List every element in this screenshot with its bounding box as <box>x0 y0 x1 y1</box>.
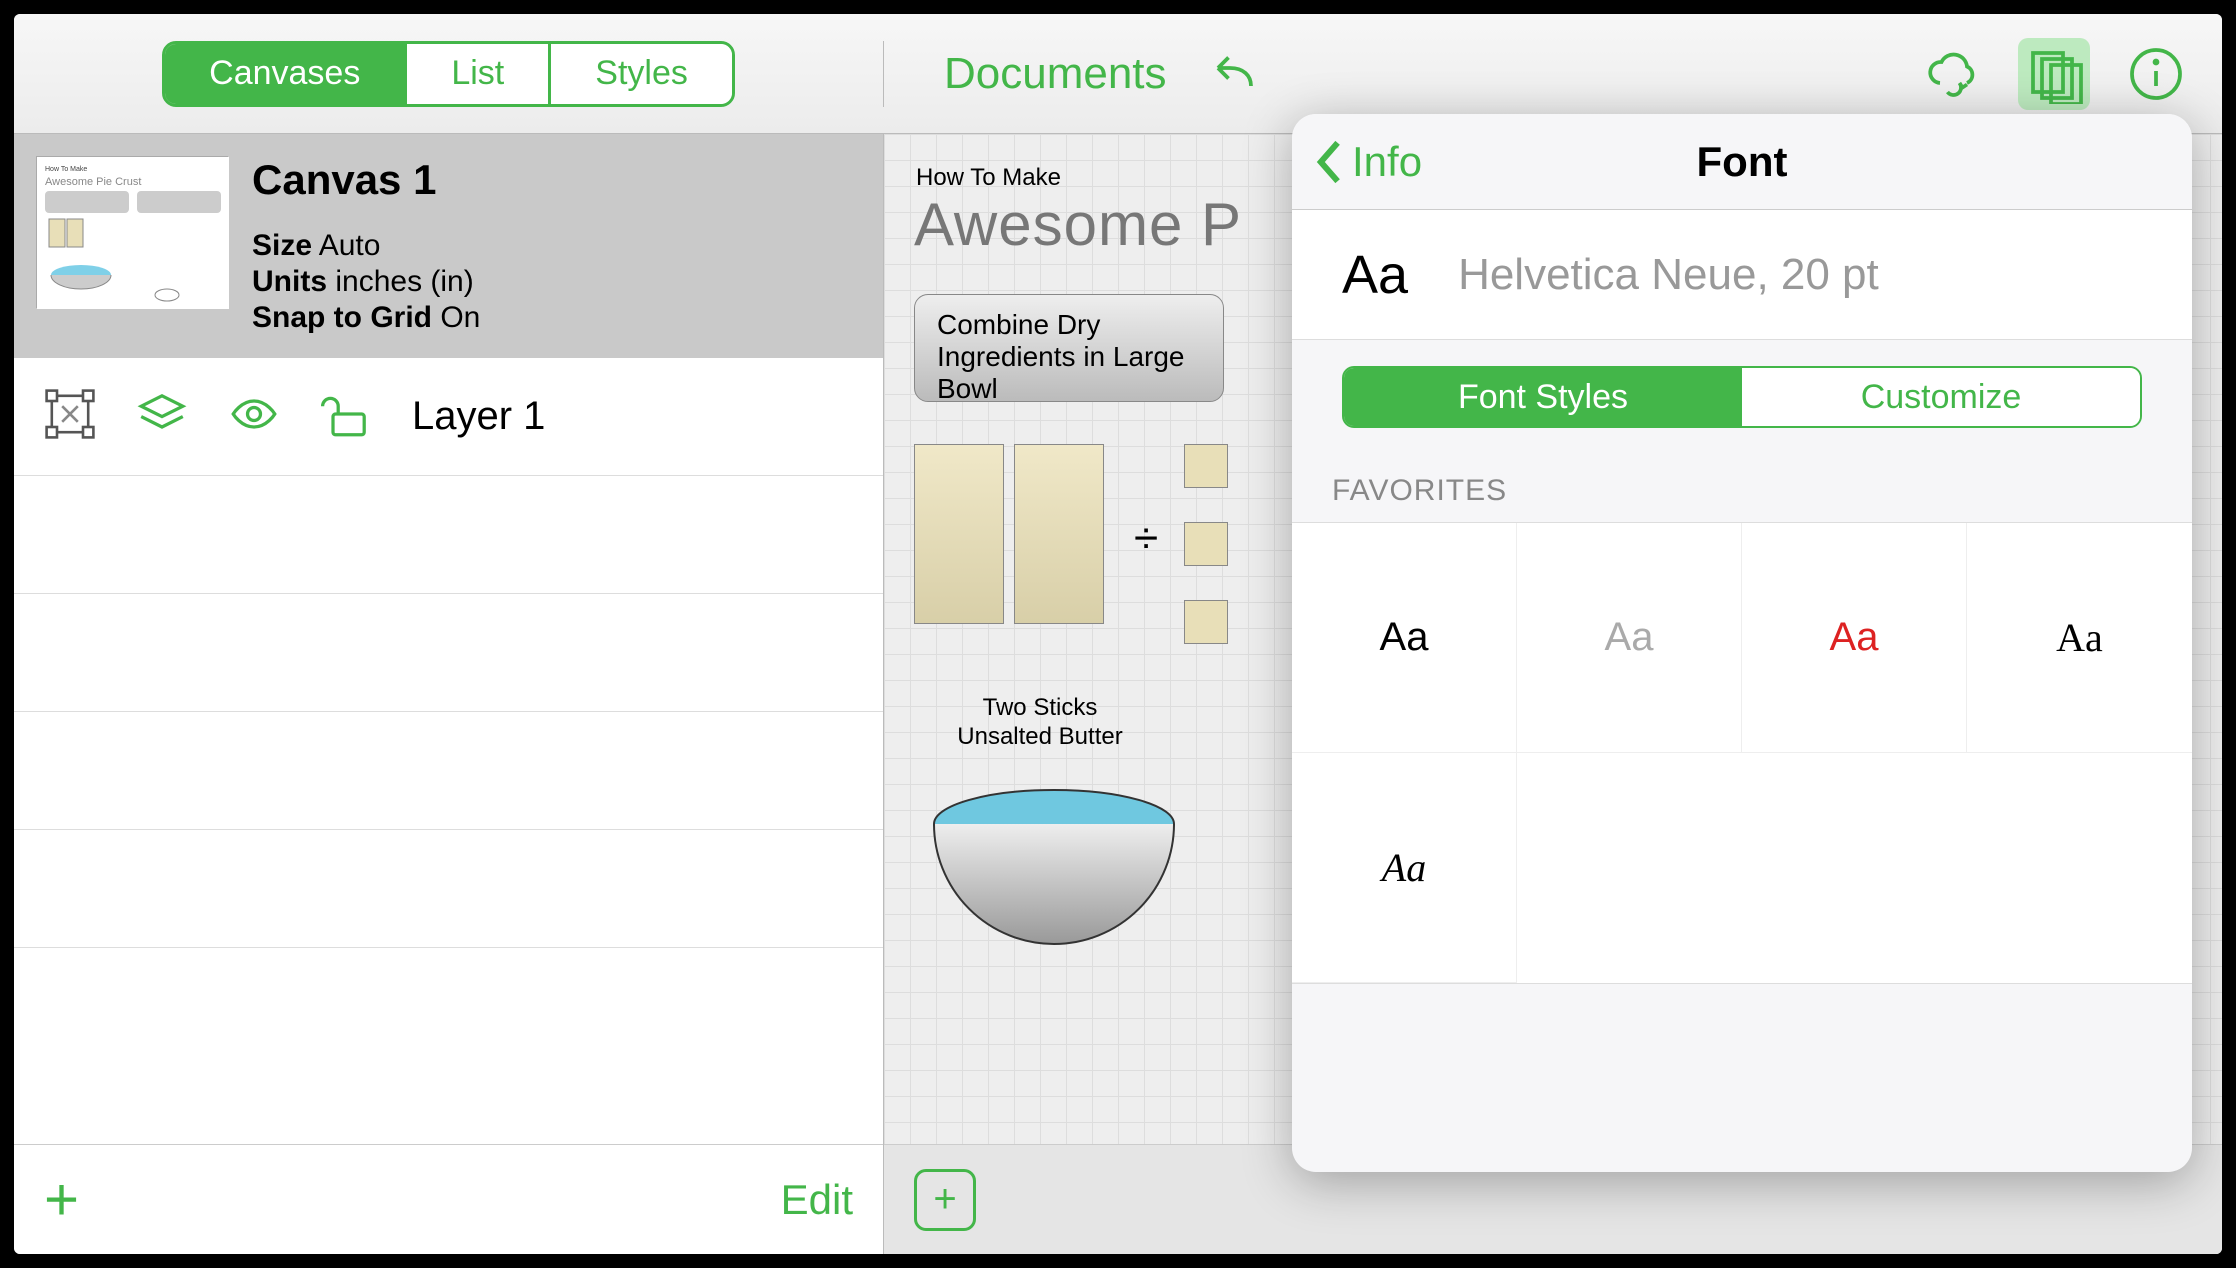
lock-open-icon[interactable] <box>320 388 372 445</box>
canvas-info[interactable]: How To Make Awesome Pie Crust Canvas 1 S… <box>14 134 883 358</box>
info-icon[interactable] <box>2120 38 2192 110</box>
font-description: Helvetica Neue, 20 pt <box>1458 250 1879 300</box>
cubes-graphic[interactable] <box>1184 444 1228 678</box>
add-layer-button[interactable]: + <box>44 1165 79 1234</box>
tab-list[interactable]: List <box>404 44 548 104</box>
font-favorite-cell[interactable]: Aa <box>1292 753 1517 983</box>
bowl-graphic[interactable] <box>924 784 1184 974</box>
selection-icon <box>44 388 96 445</box>
font-popover: Info Font Aa Helvetica Neue, 20 pt Font … <box>1292 114 2192 1172</box>
tab-styles[interactable]: Styles <box>548 44 732 104</box>
divide-symbol: ÷ <box>1134 514 1158 564</box>
font-segmented-control: Font Styles Customize <box>1342 366 2142 428</box>
font-favorite-cell[interactable]: Aa <box>1967 523 2192 753</box>
list-item <box>14 712 883 830</box>
font-sample-icon: Aa <box>1342 244 1408 306</box>
list-item <box>14 830 883 948</box>
tab-customize[interactable]: Customize <box>1742 368 2140 426</box>
sidebar-footer: + Edit <box>14 1144 883 1254</box>
list-item <box>14 594 883 712</box>
doc-title: Awesome P <box>914 190 1242 259</box>
tab-canvases[interactable]: Canvases <box>165 44 404 104</box>
popover-title: Font <box>1292 138 2192 186</box>
font-favorite-cell[interactable]: Aa <box>1742 523 1967 753</box>
cloud-sync-icon[interactable] <box>1916 38 1988 110</box>
add-shape-button[interactable]: + <box>914 1169 976 1231</box>
canvas-title: Canvas 1 <box>252 156 480 204</box>
inspector-tabs-icon[interactable] <box>2018 38 2090 110</box>
sidebar: How To Make Awesome Pie Crust Canvas 1 S… <box>14 134 884 1254</box>
font-favorite-cell[interactable]: Aa <box>1517 523 1742 753</box>
svg-text:Awesome Pie Crust: Awesome Pie Crust <box>45 176 141 188</box>
popover-header: Info Font <box>1292 114 2192 210</box>
instruction-box[interactable]: Combine Dry Ingredients in Large Bowl <box>914 294 1224 402</box>
eye-icon[interactable] <box>228 388 280 445</box>
undo-icon[interactable] <box>1197 38 1269 110</box>
doc-subtitle: How To Make <box>916 164 1061 192</box>
svg-text:How To Make: How To Make <box>45 166 87 173</box>
canvas-meta: Canvas 1 Size Auto Units inches (in) Sna… <box>252 156 480 336</box>
favorites-heading: FAVORITES <box>1292 454 2192 522</box>
documents-button[interactable]: Documents <box>944 49 1167 99</box>
canvas-thumbnail: How To Make Awesome Pie Crust <box>36 156 228 308</box>
butter-caption: Two Sticks Unsalted Butter <box>930 694 1150 752</box>
layer-row[interactable]: Layer 1 <box>14 358 883 476</box>
butter-sticks-graphic[interactable] <box>914 444 1104 624</box>
font-preview-row[interactable]: Aa Helvetica Neue, 20 pt <box>1292 210 2192 340</box>
view-segmented-control: Canvases List Styles <box>162 41 735 107</box>
layer-label: Layer 1 <box>412 394 545 439</box>
font-favorite-cell[interactable]: Aa <box>1292 523 1517 753</box>
list-item <box>14 476 883 594</box>
layers-icon[interactable] <box>136 388 188 445</box>
favorites-grid: AaAaAaAaAa <box>1292 522 2192 984</box>
edit-button[interactable]: Edit <box>781 1176 853 1224</box>
back-button[interactable]: Info <box>1310 138 1422 186</box>
tab-font-styles[interactable]: Font Styles <box>1344 368 1742 426</box>
